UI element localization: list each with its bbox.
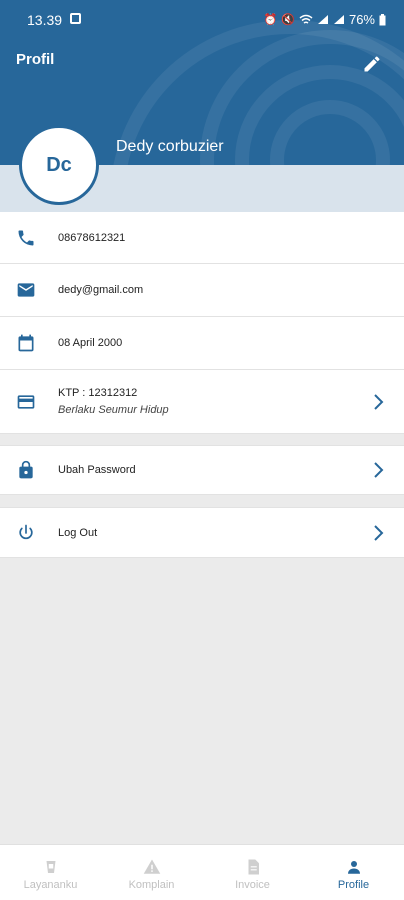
nav-label: Invoice xyxy=(235,879,270,891)
layananku-icon xyxy=(46,861,55,873)
nav-komplain[interactable]: Komplain xyxy=(101,845,202,900)
power-icon xyxy=(19,524,33,539)
chevron-right-icon[interactable] xyxy=(372,393,386,411)
status-time: 13.39 xyxy=(27,12,63,28)
user-name: Dedy corbuzier xyxy=(116,138,224,155)
logout-row[interactable]: Log Out xyxy=(0,507,404,558)
calendar-icon xyxy=(18,334,34,352)
avatar-initials: Dc xyxy=(46,153,72,176)
logout-label: Log Out xyxy=(58,526,98,539)
phone-text: 08678612321 xyxy=(58,231,126,244)
person-icon xyxy=(347,861,360,874)
avatar: Dc xyxy=(19,125,99,205)
nav-layananku[interactable]: Layananku xyxy=(0,845,101,900)
ktp-number: KTP : 12312312 xyxy=(58,387,138,399)
gallery-icon xyxy=(70,13,81,24)
signal-icon-2 xyxy=(333,15,344,24)
change-password-label: Ubah Password xyxy=(58,464,136,476)
change-password-row[interactable]: Ubah Password xyxy=(0,445,404,495)
page-title: Profil xyxy=(16,51,55,68)
ktp-validity: Berlaku Seumur Hidup xyxy=(58,404,169,416)
bottom-nav: Layananku Komplain Invoice Profile xyxy=(0,844,404,900)
nav-profile[interactable]: Profile xyxy=(303,845,404,900)
battery-icon xyxy=(379,13,386,25)
status-bar: 13.39 ⏰ 🔇 76% xyxy=(0,0,404,38)
wifi-icon xyxy=(299,14,313,24)
id-card-icon xyxy=(17,394,35,409)
nav-label: Layananku xyxy=(23,879,78,891)
mute-icon: 🔇 xyxy=(281,14,295,26)
phone-row: 08678612321 xyxy=(0,212,404,264)
birthdate-text: 08 April 2000 xyxy=(58,337,123,349)
invoice-icon xyxy=(248,859,259,875)
phone-icon xyxy=(18,230,34,245)
chevron-right-icon[interactable] xyxy=(372,461,386,479)
email-icon xyxy=(17,283,35,297)
signal-icon xyxy=(317,15,328,24)
warning-icon xyxy=(143,859,160,874)
email-row: dedy@gmail.com xyxy=(0,264,404,317)
ktp-row[interactable]: KTP : 12312312 Berlaku Seumur Hidup xyxy=(0,370,404,434)
birthdate-row: 08 April 2000 xyxy=(0,317,404,370)
lock-icon xyxy=(19,460,33,479)
edit-icon[interactable] xyxy=(362,54,382,74)
nav-invoice[interactable]: Invoice xyxy=(202,845,303,900)
alarm-icon: ⏰ xyxy=(263,14,278,26)
nav-label: Komplain xyxy=(128,879,175,891)
chevron-right-icon[interactable] xyxy=(372,524,386,542)
battery-percent: 76% xyxy=(348,12,375,27)
ktp-block: KTP : 12312312 Berlaku Seumur Hidup xyxy=(58,387,169,416)
nav-label: Profile xyxy=(337,879,370,891)
email-text: dedy@gmail.com xyxy=(58,284,144,296)
